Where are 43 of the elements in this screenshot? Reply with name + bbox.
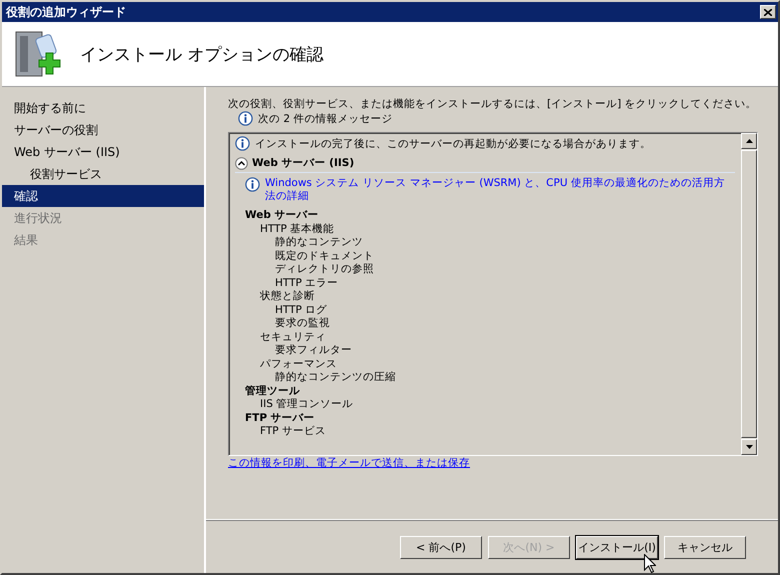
tree-item: FTP サービス [260,425,326,437]
tree-item: FTP サーバー [245,412,315,424]
sidebar-item[interactable]: 確認 [2,185,204,207]
sidebar-item[interactable]: 開始する前に [2,97,204,119]
section-title: Web サーバー (IIS) [252,156,354,170]
info-icon [245,177,260,192]
page-title: インストール オプションの確認 [80,44,324,66]
scrollbar[interactable] [741,133,757,455]
instruction-text: 次の役割、役割サービス、または機能をインストールするには、[インストール] をクリックしてください。 [228,98,757,110]
close-button[interactable] [760,5,776,19]
tree-item: ディレクトリの参照 [275,263,374,275]
tree-item: 静的なコンテンツ [275,236,363,248]
tree-item: HTTP ログ [275,304,328,316]
window-title: 役割の追加ウィザード [6,4,126,20]
save-link[interactable]: この情報を印刷、電子メールで送信、または保存 [228,457,470,469]
wizard-button[interactable]: キャンセル [664,536,746,558]
tree-item: 要求の監視 [275,317,330,329]
sidebar-item[interactable]: サーバーの役割 [2,119,204,141]
tree-item: 管理ツール [245,384,300,396]
info-icon [238,111,253,126]
tree-item: 状態と診断 [260,290,315,302]
tree-item: IIS 管理コンソール [260,398,354,410]
info-icon [235,136,250,151]
tree-item: HTTP エラー [275,276,338,288]
sidebar-item[interactable]: Web サーバー (IIS) [2,141,204,163]
tree-item: Web サーバー [245,209,319,221]
tree-item: 既定のドキュメント [275,250,374,262]
tree-item: HTTP 基本機能 [260,222,334,234]
wsrm-link[interactable]: Windows システム リソース マネージャー (WSRM) と、CPU 使用率の最適化のための活用方法の詳細 [265,177,735,203]
info-summary: 次の 2 件の情報メッセージ [258,112,392,126]
tree-item: 要求フィルター [275,344,352,356]
sidebar-item[interactable]: 役割サービス [2,163,204,185]
restart-message: インストールの完了後に、このサーバーの再起動が必要になる場合があります。 [255,136,651,150]
up-arrow-icon [746,139,752,143]
tree-item: 静的なコンテンツの圧縮 [275,371,396,383]
tree-item: セキュリティ [260,330,326,342]
down-arrow-icon [746,445,752,449]
mouse-cursor-icon [644,554,656,573]
wizard-button[interactable]: < 前へ(P) [400,536,482,558]
close-icon [764,8,772,16]
wizard-button[interactable]: インストール(I) [576,536,658,558]
collapse-icon[interactable] [235,156,248,170]
tree-item: パフォーマンス [260,358,337,370]
